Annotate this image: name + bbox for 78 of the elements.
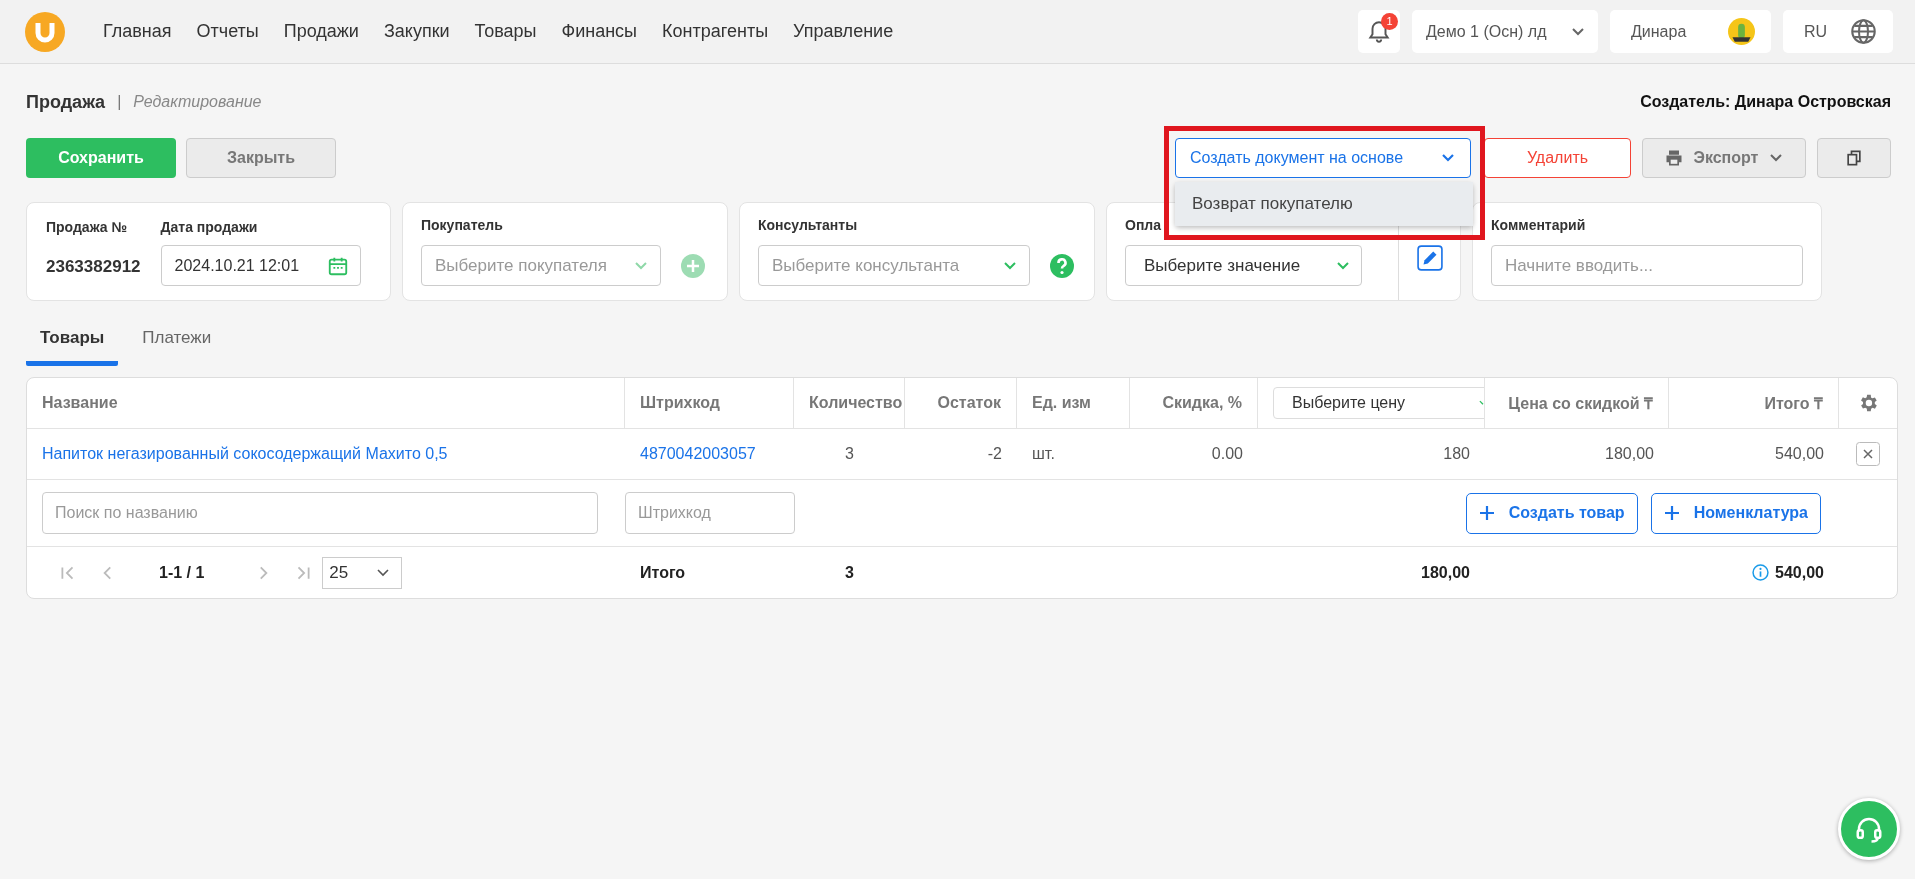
logo-icon[interactable] [25,11,65,52]
buyer-select[interactable]: Выберите покупателя [421,245,661,286]
user-menu[interactable]: Динара [1610,10,1771,53]
price-select[interactable]: Выберите цену [1273,387,1484,419]
total-price: 180,00 [1421,563,1470,582]
notifications-button[interactable]: 1 [1358,10,1400,53]
support-button[interactable] [1838,798,1900,860]
nav-link[interactable]: Отчеты [196,21,259,42]
creator-label: Создатель: Динара Островская [1640,93,1891,111]
export-button[interactable]: Экспорт [1642,138,1806,178]
consultant-select[interactable]: Выберите консультанта [758,245,1030,286]
table-cell: 180 [1443,445,1470,463]
barcode-field[interactable]: Штрихкод [625,492,795,534]
notification-badge: 1 [1381,13,1398,30]
edit-icon[interactable] [1416,245,1443,271]
globe-icon [1850,18,1877,45]
column-header: Штрихкод [640,394,720,412]
nav-link[interactable]: Продажи [283,21,359,42]
table-cell: 0.00 [1211,445,1243,463]
title-separator: | [117,93,122,111]
barcode-link[interactable]: 4870042003057 [640,445,756,463]
nav-link[interactable]: Главная [103,21,172,42]
nav-link[interactable]: Финансы [561,21,638,42]
avatar-icon [1728,18,1755,45]
comment-field[interactable]: Начните вводить... [1491,245,1803,286]
copy-button[interactable] [1817,138,1891,178]
remove-icon[interactable] [1856,442,1880,466]
page-range: 1-1 / 1 [159,563,205,582]
plus-icon [1663,505,1680,521]
date-field[interactable]: 2024.10.21 12:01 [160,245,361,286]
page-size-select[interactable]: 25 [322,556,403,589]
totals-label: Итого [640,563,686,582]
total-sum: 540,00 [1775,563,1824,582]
nav-link[interactable]: Товары [474,21,537,42]
table-cell: шт. [1032,445,1055,463]
column-header: Остаток [937,394,1001,412]
table-cell: 180,00 [1605,445,1654,463]
create-document-button[interactable]: Создать документ на основе [1175,138,1471,178]
nav-link[interactable]: Закупки [383,21,450,42]
field-label: Консультанты [758,217,859,233]
field-label: Комментарий [1491,217,1587,233]
page-mode: Редактирование [133,93,262,111]
column-header: Количество [809,394,903,412]
column-header: Итого ₸ [1764,394,1823,414]
table-cell: -2 [987,445,1002,463]
nav-link[interactable]: Контрагенты [662,21,769,42]
add-button[interactable]: Номенклатура [1650,492,1821,534]
tab[interactable]: Товары [26,315,119,366]
bell-icon [1366,18,1392,45]
field-label: Опла [1125,217,1163,233]
plus-icon [1478,505,1495,521]
field-label: Дата продажи [160,219,259,235]
add-icon[interactable] [681,253,705,278]
close-button[interactable]: Закрыть [186,138,336,178]
table-cell: 540,00 [1775,445,1824,463]
field-label: Покупатель [421,217,504,233]
info-icon[interactable] [1752,564,1770,581]
help-icon[interactable] [1050,253,1074,278]
column-header: Ед. изм [1032,394,1091,412]
table-cell: 3 [845,445,854,463]
language-select[interactable]: RU [1783,10,1893,53]
nav-link[interactable]: Управление [793,21,894,42]
menu-item[interactable]: Возврат покупателю [1175,182,1473,226]
column-header: Название [42,394,118,412]
delete-button[interactable]: Удалить [1484,138,1631,178]
search-field[interactable]: Поиск по названию [42,492,598,534]
page-title: Продажа [26,91,106,113]
tab[interactable]: Платежи [128,315,226,366]
organization-select[interactable]: Демо 1 (Осн) лд [1412,10,1598,53]
total-quantity: 3 [845,563,854,582]
product-link[interactable]: Напиток негазированный сокосодержащий Махито 0,5 [42,445,448,463]
add-button[interactable]: Создать товар [1465,492,1638,534]
payment-select[interactable]: Выберите значение [1125,245,1362,286]
field-label: Продажа № [46,219,129,235]
column-header: Скидка, % [1162,394,1242,412]
copy-icon [1844,148,1864,168]
column-header: Цена со скидкой ₸ [1508,394,1653,414]
sale-number: 2363382912 [46,257,141,277]
